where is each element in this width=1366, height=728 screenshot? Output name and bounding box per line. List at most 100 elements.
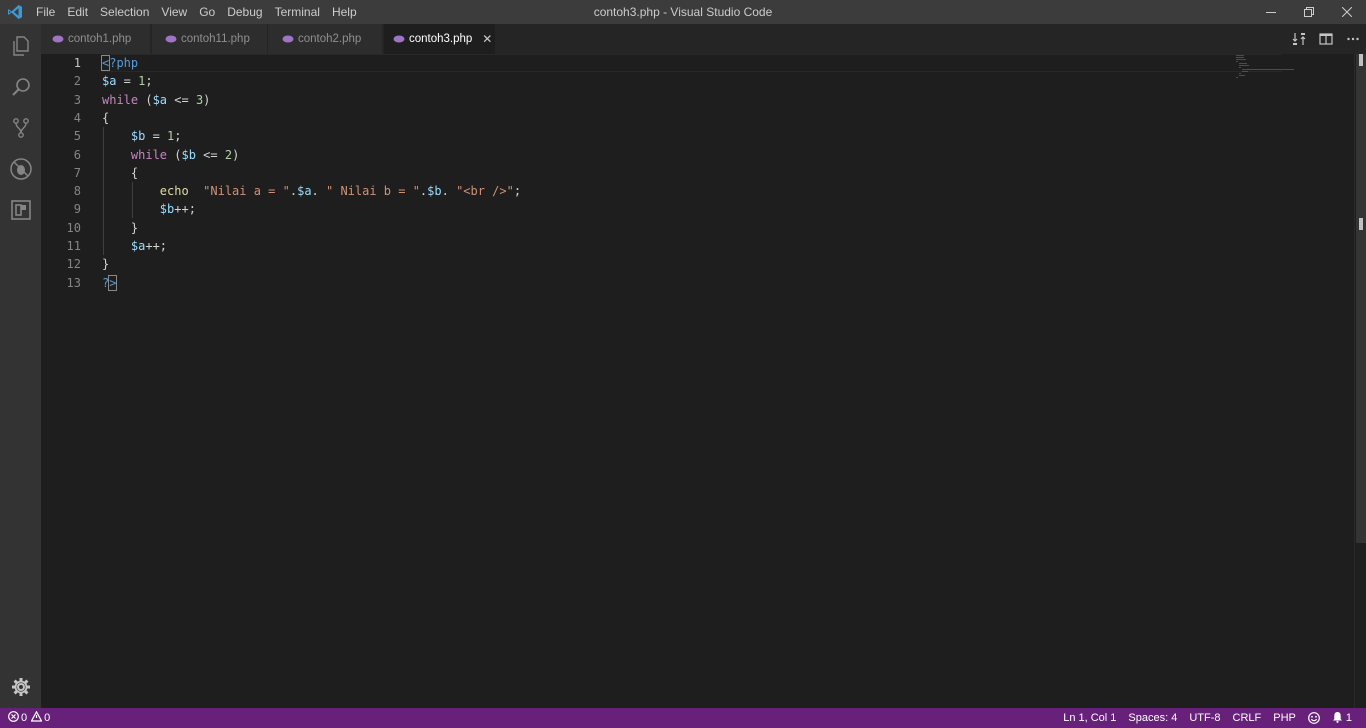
tab-contoh1[interactable]: contoh1.php [41, 24, 151, 54]
open-changes-icon[interactable] [1285, 24, 1312, 54]
language-mode[interactable]: PHP [1267, 708, 1302, 728]
source-control-icon[interactable] [0, 108, 41, 148]
code-line[interactable]: 10 } [41, 219, 1241, 237]
menu-view[interactable]: View [155, 0, 193, 24]
code-line[interactable]: 8 echo "Nilai a = ".$a. " Nilai b = ".$b… [41, 182, 1241, 200]
tab-contoh3[interactable]: contoh3.php ✕ [384, 24, 496, 54]
line-ending[interactable]: CRLF [1227, 708, 1268, 728]
code-token: " Nilai b = " [326, 184, 420, 199]
code-line[interactable]: 7 { [41, 164, 1241, 182]
gear-icon[interactable] [0, 667, 41, 707]
problems-indicator[interactable]: 0 0 [8, 708, 60, 728]
error-icon [8, 711, 19, 725]
code-line[interactable]: 9 $b++; [41, 200, 1241, 218]
code-token: { [130, 165, 139, 180]
code-line[interactable]: 11 $a++; [41, 237, 1241, 255]
code-token: ; [174, 129, 182, 144]
code-line[interactable]: 6 while ($b <= 2) [41, 146, 1241, 164]
code-text: } [102, 219, 138, 237]
code-token: . [311, 184, 326, 199]
code-token: $b [159, 202, 175, 217]
search-icon[interactable] [0, 67, 41, 107]
vertical-scrollbar[interactable] [1354, 54, 1366, 708]
line-number: 3 [73, 92, 81, 107]
code-token: $a [130, 239, 146, 253]
tab-contoh11-content[interactable]: contoh11.php [152, 24, 268, 54]
menu-selection[interactable]: Selection [94, 0, 155, 24]
code-text: <?php [100, 54, 139, 72]
code-editor[interactable]: 1 <?php 2 $a = 1; 3 while ($a <= 3) 4{5 $b = 1… [41, 54, 1366, 708]
cursor-position[interactable]: Ln 1, Col 1 [1057, 708, 1122, 728]
menu-terminal[interactable]: Terminal [269, 0, 326, 24]
code-token: } [130, 220, 139, 235]
explorer-icon[interactable] [0, 26, 41, 66]
notifications[interactable]: 1 [1326, 708, 1358, 728]
code-line[interactable]: 5 $b = 1; [41, 127, 1241, 145]
encoding[interactable]: UTF-8 [1183, 708, 1226, 728]
code-token: while [102, 92, 139, 107]
code-text: while ($b <= 2) [102, 146, 239, 164]
indentation[interactable]: Spaces: 4 [1122, 708, 1183, 728]
extensions-icon[interactable] [0, 190, 41, 230]
warning-count: 0 [44, 712, 51, 724]
tab-bar: contoh1.php contoh11.php contoh2.php con… [41, 24, 1366, 54]
code-token: > [108, 274, 118, 291]
code-token: $b [181, 147, 196, 162]
code-token: ++; [174, 202, 196, 217]
close-icon[interactable] [1328, 0, 1366, 24]
line-number: 1 [73, 56, 81, 70]
php-icon [281, 32, 295, 46]
warning-icon [30, 710, 43, 725]
code-text: $b = 1; [102, 127, 182, 145]
code-line[interactable]: 12} [41, 255, 1241, 273]
status-right: Ln 1, Col 1 Spaces: 4 UTF-8 CRLF PHP 1 [1057, 708, 1358, 728]
code-token: "Nilai a = " [203, 184, 290, 199]
scrollbar-thumb[interactable] [1356, 54, 1366, 543]
tab-contoh2[interactable]: contoh2.php [269, 24, 383, 54]
menu-bar: File Edit Selection View Go Debug Termin… [30, 0, 363, 24]
code-text: $b++; [102, 200, 196, 218]
code-line[interactable]: 4{ [41, 109, 1241, 127]
code-line[interactable]: 2 $a = 1; [41, 72, 1241, 90]
menu-debug[interactable]: Debug [221, 0, 268, 24]
code-line[interactable]: 13 ?> [41, 274, 1241, 292]
tab-label: contoh2.php [298, 33, 362, 45]
split-editor-icon[interactable] [1312, 24, 1339, 54]
code-token: ( [138, 92, 153, 107]
line-number: 12 [66, 257, 81, 272]
code-text: { [102, 109, 109, 127]
restore-icon[interactable] [1290, 0, 1328, 24]
debug-icon[interactable] [0, 149, 41, 189]
line-number: 4 [73, 110, 81, 125]
menu-help[interactable]: Help [326, 0, 363, 24]
minimap[interactable] [1234, 54, 1304, 84]
code-text: ?> [102, 274, 118, 292]
code-line[interactable]: 1 <?php [41, 54, 1241, 72]
more-actions-icon[interactable] [1339, 24, 1366, 54]
line-number: 7 [73, 165, 81, 180]
code-token: ++; [145, 239, 168, 253]
smiley-icon[interactable] [1302, 708, 1326, 728]
code-line[interactable]: 3 while ($a <= 3) [41, 91, 1241, 109]
code-token: . [289, 184, 298, 199]
line-number: 13 [66, 275, 81, 290]
php-icon [392, 32, 406, 46]
line-number: 10 [66, 220, 81, 235]
close-icon[interactable]: ✕ [480, 32, 494, 46]
menu-edit[interactable]: Edit [61, 0, 94, 24]
notification-count: 1 [1345, 712, 1352, 724]
minimize-icon[interactable] [1252, 0, 1290, 24]
menu-file[interactable]: File [30, 0, 61, 24]
php-icon [164, 32, 178, 46]
tab-label: contoh1.php [68, 33, 132, 45]
menu-go[interactable]: Go [193, 0, 221, 24]
code-token: $b [130, 129, 146, 144]
status-bar: 0 0 Ln 1, Col 1 Spaces: 4 UTF-8 CRLF PHP… [0, 708, 1366, 728]
php-icon [51, 32, 65, 46]
code-token: <= [195, 147, 225, 162]
code-token: ?php [109, 56, 139, 70]
